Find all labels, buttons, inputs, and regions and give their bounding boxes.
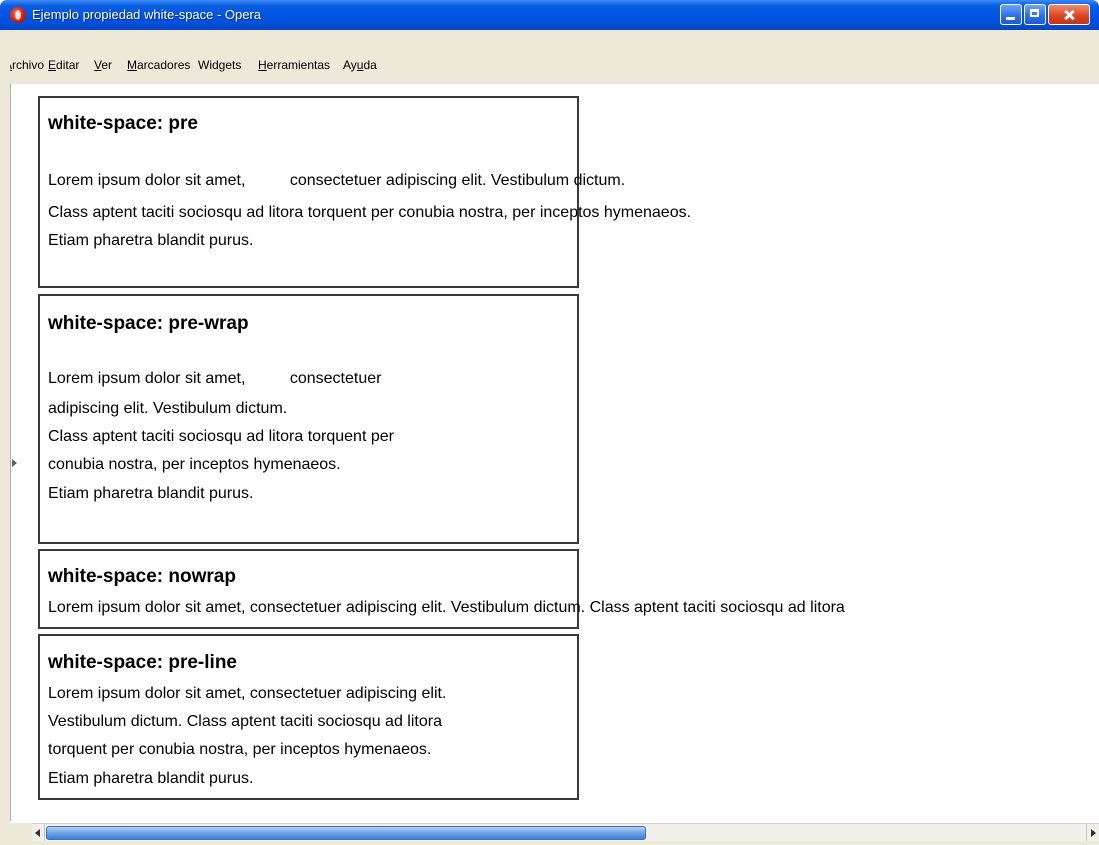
example-box-pre-wrap: white-space: pre-wrap Lorem ipsum dolor … (38, 294, 579, 544)
box-line: Lorem ipsum dolor sit amet, consectetuer… (48, 685, 447, 702)
box-line: Etiam pharetra blandit purus. (48, 232, 254, 249)
horizontal-scrollbar[interactable] (32, 823, 1099, 842)
menu-herramientas[interactable]: Herramientas (258, 58, 330, 72)
box-line: Vestibulum dictum. Class aptent taciti s… (48, 713, 442, 730)
menu-marcadores[interactable]: Marcadores (127, 58, 190, 72)
menu-bar: Archivo Editar Ver Marcadores Widgets He… (0, 30, 1099, 84)
box-title: white-space: pre (48, 113, 198, 134)
example-box-nowrap: white-space: nowrap Lorem ipsum dolor si… (38, 549, 845, 629)
box-title: white-space: nowrap (48, 566, 236, 587)
window-frame-left (0, 30, 10, 845)
example-box-pre: white-space: pre Lorem ipsum dolor sit a… (38, 96, 691, 288)
box-title: white-space: pre-wrap (48, 313, 249, 334)
opera-logo-icon[interactable] (10, 7, 26, 23)
box-line: Lorem ipsum dolor sit amet, consectetuer (48, 370, 382, 387)
window-frame-bottom (0, 841, 1099, 845)
box-line: Lorem ipsum dolor sit amet, consectetuer… (48, 599, 845, 616)
example-box-pre-line: white-space: pre-line Lorem ipsum dolor … (38, 634, 579, 800)
panel-toggle-arrow-icon[interactable] (12, 459, 17, 467)
box-line: Class aptent taciti sociosqu ad litora t… (48, 428, 394, 445)
menu-archivo[interactable]: Archivo (4, 58, 44, 72)
menu-widgets[interactable]: Widgets (198, 58, 241, 72)
close-button[interactable] (1048, 4, 1090, 25)
scroll-left-arrow-icon[interactable] (32, 824, 45, 842)
box-title: white-space: pre-line (48, 652, 237, 673)
scrollbar-thumb[interactable] (46, 826, 646, 840)
menu-ayuda[interactable]: Ayuda (343, 58, 377, 72)
window-title: Ejemplo propiedad white-space - Opera (32, 7, 262, 22)
title-bar[interactable]: Ejemplo propiedad white-space - Opera (0, 0, 1099, 30)
box-line: Etiam pharetra blandit purus. (48, 770, 254, 787)
maximize-button[interactable] (1024, 4, 1046, 25)
box-line: torquent per conubia nostra, per incepto… (48, 741, 432, 758)
menu-ver[interactable]: Ver (94, 58, 112, 72)
scrollbar-corner (10, 823, 32, 841)
box-line: Lorem ipsum dolor sit amet, consectetuer… (48, 172, 626, 189)
box-line: adipiscing elit. Vestibulum dictum. (48, 400, 288, 417)
menu-editar[interactable]: Editar (48, 58, 79, 72)
scroll-right-arrow-icon[interactable] (1086, 824, 1099, 842)
minimize-button[interactable] (1000, 4, 1022, 25)
box-line: Class aptent taciti sociosqu ad litora t… (48, 204, 692, 221)
box-line: conubia nostra, per inceptos hymenaeos. (48, 456, 341, 473)
box-line: Etiam pharetra blandit purus. (48, 485, 254, 502)
